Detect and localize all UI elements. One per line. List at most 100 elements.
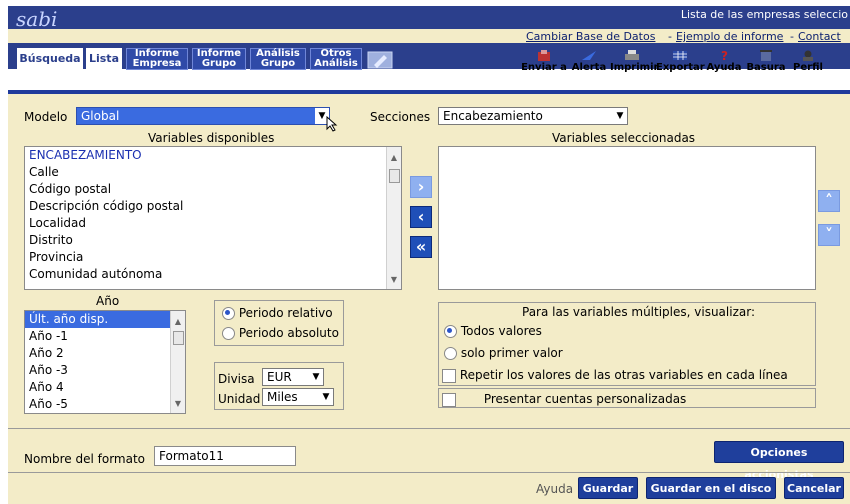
radio-icon[interactable] <box>444 325 457 338</box>
format-name-input[interactable] <box>154 446 296 466</box>
available-vars-title: Variables disponibles <box>148 131 275 145</box>
section-divider <box>8 472 850 473</box>
checkbox-icon[interactable] <box>442 368 456 383</box>
help-label: Ayuda <box>706 62 742 73</box>
repeat-values-option[interactable]: Repetir los valores de las otras variabl… <box>442 368 788 383</box>
tab-analisis-grupo[interactable]: Análisis Grupo <box>250 48 306 70</box>
link-separator: - <box>790 30 794 43</box>
period-relative-option[interactable]: Periodo relativo <box>222 306 333 320</box>
year-title: Año <box>96 294 120 308</box>
trash-button[interactable]: Basura <box>746 50 786 73</box>
divisa-select[interactable]: EUR ▼ <box>262 368 324 386</box>
tab-otros-analisis[interactable]: Otros Análisis <box>310 48 362 70</box>
period-absolute-label: Periodo absoluto <box>238 326 339 340</box>
list-item[interactable]: Distrito <box>25 232 401 249</box>
list-item[interactable]: Calle <box>25 164 401 181</box>
alert-button[interactable]: Alerta <box>570 50 608 73</box>
year-list[interactable]: Últ. año disp. Año -1 Año 2 Año -3 Año 4… <box>24 310 186 414</box>
divisa-label: Divisa <box>218 372 255 386</box>
list-item[interactable]: Últ. año disp. <box>25 311 185 328</box>
cancel-button[interactable]: Cancelar <box>784 477 844 499</box>
unidad-label: Unidad <box>218 392 261 406</box>
checkbox-icon[interactable] <box>442 392 456 407</box>
period-absolute-option[interactable]: Periodo absoluto <box>222 326 339 340</box>
print-button[interactable]: Imprimir <box>610 50 658 73</box>
modelo-select[interactable]: Global ▼ <box>76 107 330 125</box>
shareholder-options-button[interactable]: Opciones accionistas <box>714 441 844 481</box>
multi-values-title: Para las variables múltiples, visualizar… <box>522 305 755 319</box>
secciones-select[interactable]: Encabezamiento ▼ <box>438 107 628 125</box>
profile-button[interactable]: Perfil <box>788 50 828 73</box>
link-separator: - <box>668 30 672 43</box>
modelo-label: Modelo <box>24 110 68 124</box>
list-item[interactable]: Comunidad autónoma <box>25 266 401 283</box>
double-chevron-left-icon: « <box>415 237 427 256</box>
all-values-label: Todos valores <box>460 324 542 338</box>
chevron-down-icon: ▼ <box>322 392 330 402</box>
move-up-button[interactable]: ˄ <box>818 190 840 212</box>
list-item[interactable]: Código postal <box>25 181 401 198</box>
vertical-scrollbar[interactable]: ▲ ▼ <box>170 311 185 413</box>
available-vars-list[interactable]: ENCABEZAMIENTO Calle Código postal Descr… <box>24 146 402 290</box>
selected-vars-list[interactable] <box>438 146 816 290</box>
help-button[interactable]: ? Ayuda <box>704 50 744 73</box>
sample-report-link[interactable]: Ejemplo de informe <box>676 30 783 43</box>
chevron-down-icon: ˅ <box>825 225 833 244</box>
help-link[interactable]: Ayuda <box>536 482 573 496</box>
vertical-scrollbar[interactable]: ▲ ▼ <box>386 147 401 289</box>
scroll-up-icon[interactable]: ▲ <box>173 317 183 327</box>
scroll-down-icon[interactable]: ▼ <box>389 275 399 285</box>
export-icon <box>673 51 687 60</box>
chevron-left-icon: ‹ <box>417 207 425 226</box>
list-item[interactable]: Año -3 <box>25 362 185 379</box>
chevron-down-icon: ▼ <box>616 111 624 121</box>
export-label: Exportar <box>656 62 705 73</box>
radio-icon[interactable] <box>222 327 235 340</box>
edit-pencil-icon[interactable] <box>366 50 394 70</box>
radio-icon[interactable] <box>444 347 457 360</box>
tab-informe-empresa[interactable]: Informe Empresa <box>126 48 188 70</box>
list-item[interactable]: Año -5 <box>25 396 185 413</box>
contact-link[interactable]: Contact <box>798 30 841 43</box>
export-button[interactable]: Exportar <box>656 50 705 73</box>
tab-informe-grupo[interactable]: Informe Grupo <box>192 48 246 70</box>
change-database-link[interactable]: Cambiar Base de Datos <box>526 30 655 43</box>
divisa-value: EUR <box>267 370 292 384</box>
trash-icon <box>760 50 772 61</box>
scroll-down-icon[interactable]: ▼ <box>173 399 183 409</box>
scroll-thumb[interactable] <box>173 331 184 345</box>
tab-lista[interactable]: Lista <box>86 48 122 70</box>
save-button[interactable]: Guardar <box>578 477 638 499</box>
all-values-option[interactable]: Todos valores <box>444 324 542 338</box>
list-item[interactable]: Descripción código postal <box>25 198 401 215</box>
first-value-option[interactable]: solo primer valor <box>444 346 563 360</box>
list-item[interactable]: Año 4 <box>25 379 185 396</box>
remove-all-button[interactable]: « <box>410 236 432 258</box>
period-relative-label: Periodo relativo <box>238 306 333 320</box>
tab-busqueda[interactable]: Búsqueda <box>17 48 83 70</box>
list-item[interactable]: ENCABEZAMIENTO <box>25 147 401 164</box>
chevron-down-icon: ▼ <box>312 372 320 382</box>
send-to-button[interactable]: Enviar a <box>518 50 570 73</box>
move-down-button[interactable]: ˅ <box>818 224 840 246</box>
first-value-label: solo primer valor <box>460 346 563 360</box>
scroll-up-icon[interactable]: ▲ <box>389 153 399 163</box>
list-item[interactable]: Localidad <box>25 215 401 232</box>
svg-text:?: ? <box>721 50 728 61</box>
remove-selected-button[interactable]: ‹ <box>410 206 432 228</box>
unidad-select[interactable]: Miles ▼ <box>262 388 334 406</box>
save-to-disk-button[interactable]: Guardar en el disco <box>646 477 776 499</box>
list-item[interactable]: Año -1 <box>25 328 185 345</box>
help-icon: ? <box>721 50 728 61</box>
radio-icon[interactable] <box>222 307 235 320</box>
chevron-right-icon: › <box>417 177 425 196</box>
custom-accounts-option[interactable]: Presentar cuentas personalizadas <box>442 392 686 407</box>
scroll-thumb[interactable] <box>389 169 400 183</box>
list-info-text: Lista de las empresas seleccio <box>680 8 848 21</box>
add-selected-button[interactable]: › <box>410 176 432 198</box>
list-item[interactable]: Provincia <box>25 249 401 266</box>
selected-vars-title: Variables seleccionadas <box>552 131 696 145</box>
list-item[interactable]: Año 2 <box>25 345 185 362</box>
alert-icon <box>582 51 596 60</box>
secciones-label: Secciones <box>370 110 431 124</box>
